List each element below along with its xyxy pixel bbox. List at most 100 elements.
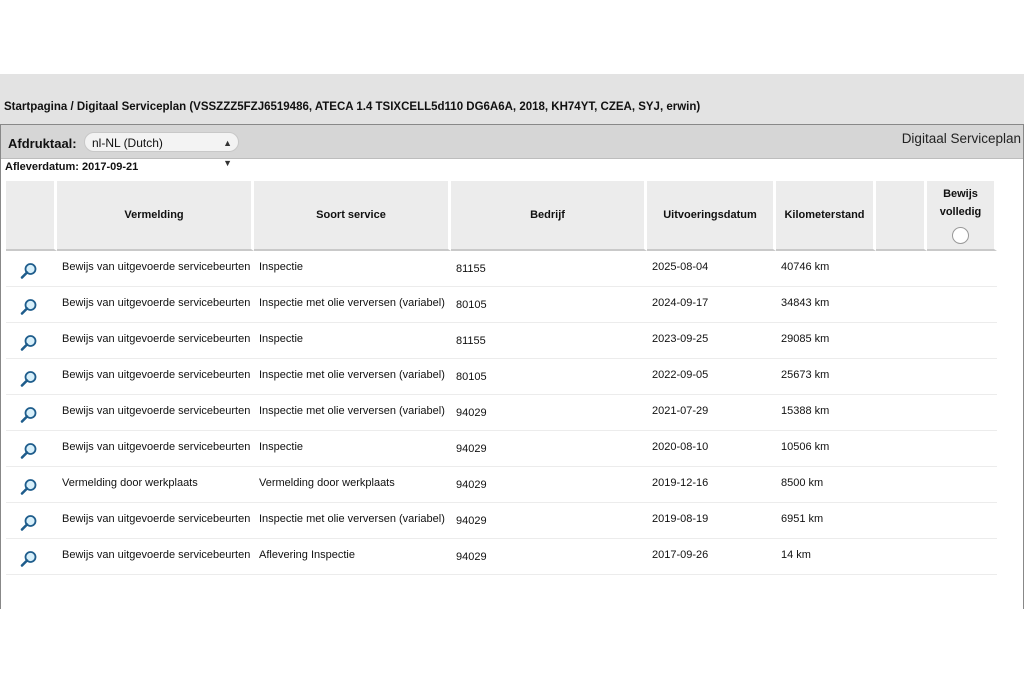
- cell-soort-service: Vermelding door werkplaats: [254, 467, 451, 503]
- cell-kilometerstand: 25673 km: [776, 359, 876, 395]
- magnifier-icon[interactable]: [20, 262, 38, 280]
- row-action-cell[interactable]: [6, 539, 57, 575]
- cell-empty: [876, 395, 927, 431]
- cell-uitvoeringsdatum: 2019-12-16: [647, 467, 776, 503]
- bewijs-volledig-label: Bewijs volledig: [939, 188, 982, 218]
- cell-bedrijf: 94029: [451, 539, 647, 575]
- cell-soort-service: Inspectie met olie verversen (variabel): [254, 287, 451, 323]
- table-row[interactable]: Bewijs van uitgevoerde servicebeurten In…: [6, 323, 997, 359]
- magnifier-icon[interactable]: [20, 478, 38, 496]
- cell-bedrijf: 80105: [451, 287, 647, 323]
- cell-kilometerstand: 6951 km: [776, 503, 876, 539]
- cell-empty: [876, 287, 927, 323]
- table-header-row: Vermelding Soort service Bedrijf Uitvoer…: [6, 181, 997, 251]
- header-bewijs-volledig: Bewijs volledig: [927, 181, 997, 251]
- table-row[interactable]: Vermelding door werkplaats Vermelding do…: [6, 467, 997, 503]
- cell-soort-service: Inspectie: [254, 251, 451, 287]
- print-language-value: nl-NL (Dutch): [92, 136, 163, 150]
- magnifier-icon[interactable]: [20, 550, 38, 568]
- cell-bedrijf: 81155: [451, 251, 647, 287]
- cell-soort-service: Inspectie met olie verversen (variabel): [254, 359, 451, 395]
- header-vermelding[interactable]: Vermelding: [57, 181, 254, 251]
- cell-bedrijf: 94029: [451, 467, 647, 503]
- cell-bewijs: [927, 467, 997, 503]
- magnifier-icon[interactable]: [20, 406, 38, 424]
- cell-bewijs: [927, 431, 997, 467]
- service-table: Vermelding Soort service Bedrijf Uitvoer…: [6, 181, 997, 575]
- table-row[interactable]: Bewijs van uitgevoerde servicebeurten In…: [6, 395, 997, 431]
- table-row[interactable]: Bewijs van uitgevoerde servicebeurten In…: [6, 359, 997, 395]
- row-action-cell[interactable]: [6, 467, 57, 503]
- table-row[interactable]: Bewijs van uitgevoerde servicebeurten In…: [6, 251, 997, 287]
- row-action-cell[interactable]: [6, 251, 57, 287]
- cell-bedrijf: 94029: [451, 503, 647, 539]
- cell-bewijs: [927, 251, 997, 287]
- cell-bewijs: [927, 323, 997, 359]
- cell-kilometerstand: 15388 km: [776, 395, 876, 431]
- table-row[interactable]: Bewijs van uitgevoerde servicebeurten In…: [6, 431, 997, 467]
- cell-vermelding: Bewijs van uitgevoerde servicebeurten: [57, 359, 254, 395]
- cell-soort-service: Inspectie met olie verversen (variabel): [254, 395, 451, 431]
- row-action-cell[interactable]: [6, 431, 57, 467]
- cell-bedrijf: 81155: [451, 323, 647, 359]
- cell-empty: [876, 323, 927, 359]
- cell-uitvoeringsdatum: 2022-09-05: [647, 359, 776, 395]
- cell-uitvoeringsdatum: 2020-08-10: [647, 431, 776, 467]
- cell-vermelding: Bewijs van uitgevoerde servicebeurten: [57, 287, 254, 323]
- cell-empty: [876, 431, 927, 467]
- cell-kilometerstand: 34843 km: [776, 287, 876, 323]
- magnifier-icon[interactable]: [20, 514, 38, 532]
- header-uitvoeringsdatum[interactable]: Uitvoeringsdatum: [647, 181, 776, 251]
- magnifier-icon[interactable]: [20, 370, 38, 388]
- cell-bewijs: [927, 359, 997, 395]
- panel-title: Digitaal Serviceplan: [901, 131, 1021, 146]
- cell-kilometerstand: 8500 km: [776, 467, 876, 503]
- cell-bewijs: [927, 503, 997, 539]
- cell-uitvoeringsdatum: 2021-07-29: [647, 395, 776, 431]
- cell-soort-service: Inspectie: [254, 323, 451, 359]
- row-action-cell[interactable]: [6, 323, 57, 359]
- breadcrumb[interactable]: Startpagina / Digitaal Serviceplan (VSSZ…: [4, 101, 700, 113]
- row-action-cell[interactable]: [6, 503, 57, 539]
- cell-uitvoeringsdatum: 2025-08-04: [647, 251, 776, 287]
- cell-vermelding: Bewijs van uitgevoerde servicebeurten: [57, 539, 254, 575]
- cell-bedrijf: 94029: [451, 395, 647, 431]
- cell-vermelding: Bewijs van uitgevoerde servicebeurten: [57, 251, 254, 287]
- cell-bedrijf: 80105: [451, 359, 647, 395]
- cell-bewijs: [927, 395, 997, 431]
- row-action-cell[interactable]: [6, 395, 57, 431]
- cell-empty: [876, 467, 927, 503]
- cell-soort-service: Inspectie: [254, 431, 451, 467]
- header-kilometerstand[interactable]: Kilometerstand: [776, 181, 876, 251]
- header-bedrijf[interactable]: Bedrijf: [451, 181, 647, 251]
- cell-vermelding: Bewijs van uitgevoerde servicebeurten: [57, 323, 254, 359]
- cell-uitvoeringsdatum: 2024-09-17: [647, 287, 776, 323]
- service-plan-panel: Afdruktaal: nl-NL (Dutch) ▲ ▼ Digitaal Se…: [0, 124, 1024, 609]
- chevron-updown-icon: ▲ ▼: [223, 138, 232, 168]
- header-soort-service[interactable]: Soort service: [254, 181, 451, 251]
- magnifier-icon[interactable]: [20, 442, 38, 460]
- print-language-select[interactable]: nl-NL (Dutch) ▲ ▼: [84, 132, 239, 168]
- cell-bewijs: [927, 539, 997, 575]
- delivery-date: Afleverdatum: 2017-09-21: [5, 161, 139, 173]
- header-bar: Startpagina / Digitaal Serviceplan (VSSZ…: [0, 74, 1024, 124]
- table-row[interactable]: Bewijs van uitgevoerde servicebeurten Af…: [6, 539, 997, 575]
- row-action-cell[interactable]: [6, 359, 57, 395]
- table-row[interactable]: Bewijs van uitgevoerde servicebeurten In…: [6, 287, 997, 323]
- cell-bedrijf: 94029: [451, 431, 647, 467]
- cell-vermelding: Bewijs van uitgevoerde servicebeurten: [57, 395, 254, 431]
- magnifier-icon[interactable]: [20, 334, 38, 352]
- row-action-cell[interactable]: [6, 287, 57, 323]
- magnifier-icon[interactable]: [20, 298, 38, 316]
- cell-uitvoeringsdatum: 2023-09-25: [647, 323, 776, 359]
- table-row[interactable]: Bewijs van uitgevoerde servicebeurten In…: [6, 503, 997, 539]
- cell-empty: [876, 251, 927, 287]
- bewijs-volledig-checkbox[interactable]: [952, 227, 969, 244]
- header-empty-col: [876, 181, 927, 251]
- cell-empty: [876, 503, 927, 539]
- cell-uitvoeringsdatum: 2019-08-19: [647, 503, 776, 539]
- cell-kilometerstand: 10506 km: [776, 431, 876, 467]
- cell-soort-service: Aflevering Inspectie: [254, 539, 451, 575]
- cell-empty: [876, 539, 927, 575]
- cell-kilometerstand: 40746 km: [776, 251, 876, 287]
